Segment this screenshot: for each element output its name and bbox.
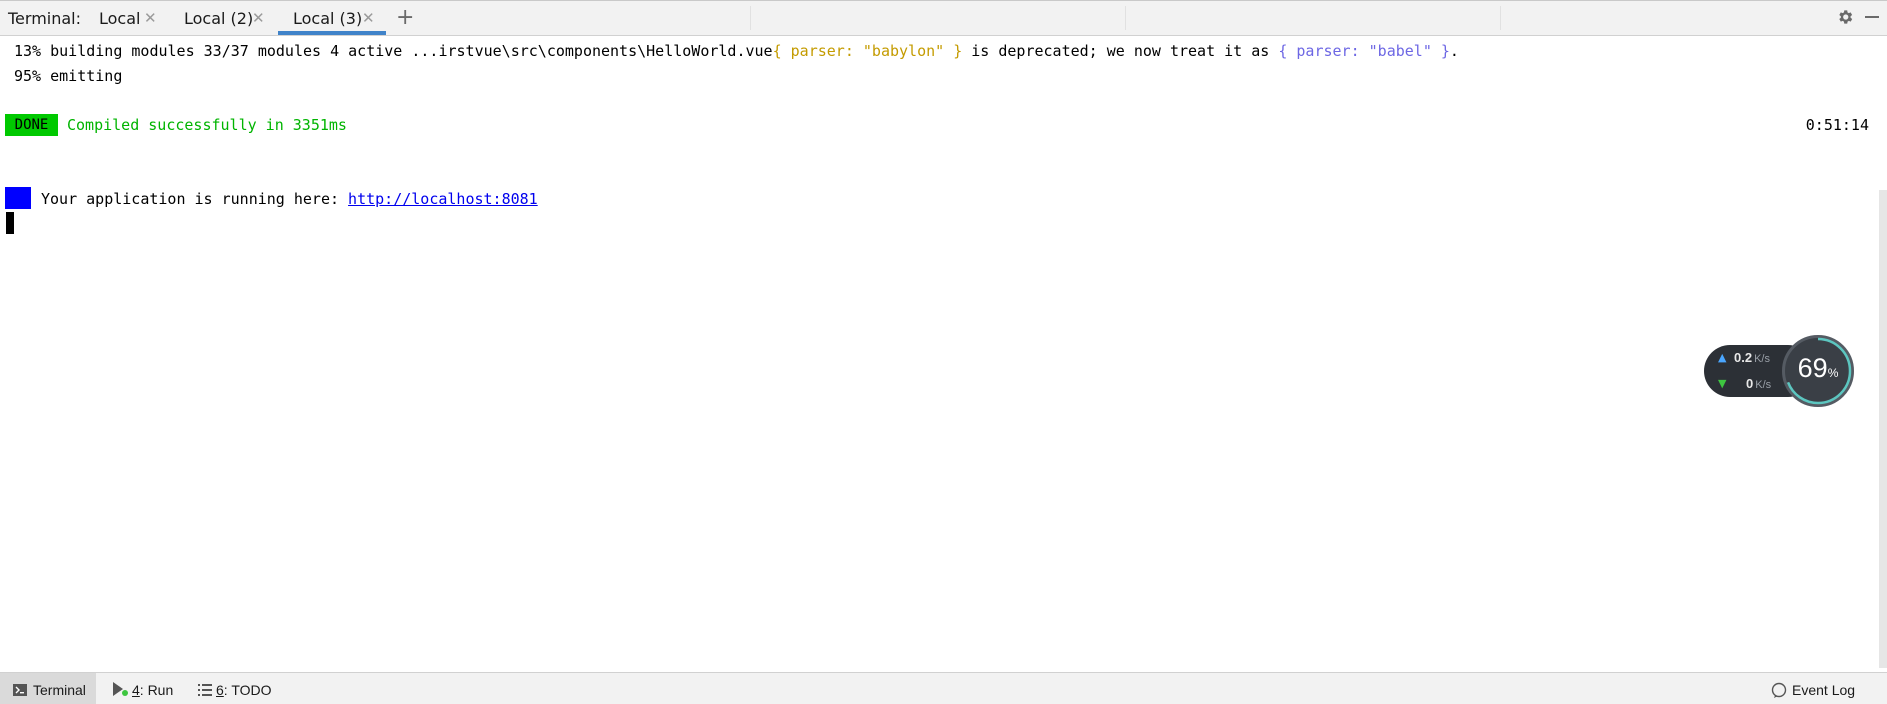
network-speed-widget[interactable]: ▲ 0.2 K/s ▼ 0 K/s 69% — [1704, 335, 1864, 407]
upload-arrow-icon: ▲ — [1718, 351, 1727, 364]
scrollbar[interactable] — [1879, 190, 1887, 668]
terminal-tab-bar: Terminal: Local ✕ Local (2) ✕ Local (3) … — [0, 0, 1887, 36]
new-parser-text: { parser: "babel" } — [1278, 42, 1450, 60]
run-icon — [112, 682, 128, 699]
usage-percent: 69% — [1790, 353, 1846, 384]
divider — [1500, 6, 1501, 30]
tab-label: Local (2) — [184, 9, 254, 28]
terminal-tool-button[interactable]: Terminal — [0, 673, 96, 704]
download-value: 0 — [1746, 376, 1754, 391]
terminal-label: Terminal — [33, 682, 86, 698]
todo-label: 6: TODO — [216, 682, 272, 698]
tool-window-title: Terminal: — [8, 9, 82, 28]
build-progress-text: 13% building modules 33/37 modules 4 act… — [14, 42, 773, 60]
close-icon[interactable]: ✕ — [144, 9, 157, 27]
todo-shortcut: 6 — [216, 682, 224, 698]
percent-sign: % — [1827, 366, 1839, 380]
download-unit: K/s — [1755, 379, 1772, 391]
divider — [1125, 6, 1126, 30]
minimize-icon[interactable] — [1865, 16, 1879, 18]
compiled-message: Compiled successfully in 3351ms — [67, 116, 347, 134]
done-badge: DONE — [5, 114, 58, 136]
close-icon[interactable]: ✕ — [252, 9, 265, 27]
line-end: . — [1449, 42, 1459, 60]
gear-icon[interactable] — [1836, 8, 1854, 30]
running-text: Your application is running here: — [41, 190, 349, 208]
tab-local-2[interactable]: Local (2) ✕ — [176, 0, 270, 35]
deprecation-message: is deprecated; we now treat it as — [962, 42, 1279, 60]
upload-value: 0.2 — [1734, 350, 1753, 365]
tool-window-bar: Terminal 4: Run 6: TODO Event Log — [0, 672, 1887, 704]
tab-label: Local (3) — [293, 9, 363, 28]
active-tab-indicator — [278, 31, 386, 35]
todo-text: : TODO — [223, 682, 272, 698]
list-icon — [198, 683, 212, 699]
terminal-icon — [13, 683, 27, 699]
tab-local[interactable]: Local ✕ — [90, 0, 162, 35]
todo-tool-button[interactable]: 6: TODO — [192, 673, 282, 704]
tab-label: Local — [99, 9, 141, 28]
emitting-line: 95% emitting — [14, 67, 123, 85]
timestamp: 0:51:14 — [1805, 116, 1869, 134]
deprecated-parser-text: { parser: "babylon" } — [772, 42, 963, 60]
upload-unit: K/s — [1754, 353, 1770, 365]
download-arrow-icon: ▼ — [1718, 377, 1727, 390]
terminal-cursor — [6, 212, 14, 234]
run-shortcut: 4 — [132, 682, 140, 698]
terminal-output[interactable]: 13% building modules 33/37 modules 4 act… — [0, 36, 1887, 672]
info-badge — [5, 187, 31, 209]
run-tool-button[interactable]: 4: Run — [104, 673, 184, 704]
localhost-link[interactable]: http://localhost:8081 — [348, 190, 538, 208]
close-icon[interactable]: ✕ — [362, 9, 375, 27]
run-label: 4: Run — [132, 682, 173, 698]
add-tab-icon[interactable]: + — [396, 5, 414, 30]
tab-local-3[interactable]: Local (3) ✕ — [278, 0, 386, 35]
run-text: : Run — [139, 682, 174, 698]
event-log-icon — [1771, 682, 1787, 701]
divider — [750, 6, 751, 30]
running-line: Your application is running here: http:/… — [41, 190, 538, 208]
download-speed: 0 K/s — [1746, 376, 1771, 391]
event-log-button[interactable]: Event Log — [1792, 682, 1855, 698]
build-progress-line: 13% building modules 33/37 modules 4 act… — [14, 42, 1459, 60]
percent-value: 69 — [1797, 353, 1828, 383]
upload-speed: 0.2 K/s — [1734, 350, 1770, 365]
